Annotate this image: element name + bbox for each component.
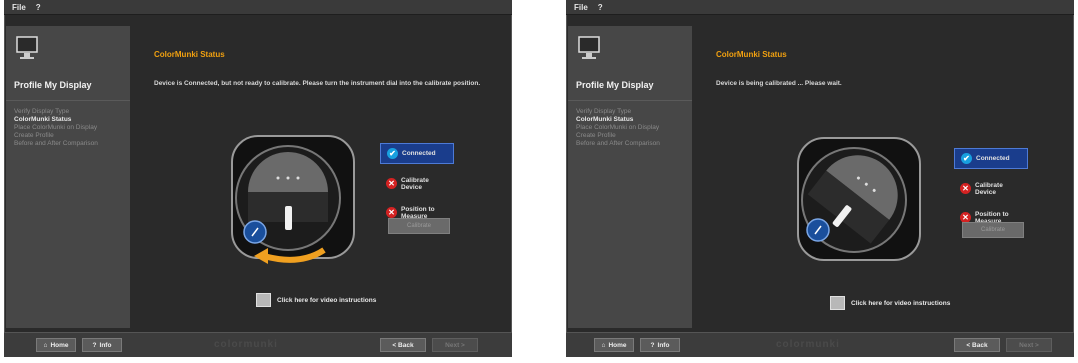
status-label: Calibrate Device [401,176,429,191]
menu-help[interactable]: ? [36,3,41,12]
status-connected: ✔ Connected [380,143,454,164]
help-button[interactable]: ? Info [82,338,122,352]
error-icon: ✕ [960,183,971,194]
status-label: Connected [402,150,436,157]
colormunki-logo: colormunki [776,339,840,350]
error-icon: ✕ [386,207,397,218]
video-instructions-link[interactable]: Click here for video instructions [256,293,376,307]
sidebar-divider [6,100,130,101]
step-item[interactable]: Place ColorMunki on Display [14,124,98,132]
sidebar: Profile My Display Verify Display Type C… [6,26,130,328]
menu-file[interactable]: File [12,3,26,12]
status-connected: ✔ Connected [954,148,1028,169]
app-window-right: File ? Profile My Display Verify Display… [566,0,1074,357]
step-item[interactable]: Before and After Comparison [576,140,660,148]
status-calibrate-device: ✕ Calibrate Device [954,179,1026,198]
back-button[interactable]: < Back [380,338,426,352]
step-item[interactable]: Create Profile [576,132,660,140]
check-icon: ✔ [961,153,972,164]
sidebar-title: Profile My Display [576,80,654,90]
calibrate-button[interactable]: Calibrate [962,222,1024,238]
status-message: Device is being calibrated ... Please wa… [716,80,842,87]
menu-help[interactable]: ? [598,3,603,12]
help-label: Info [657,341,670,349]
step-item[interactable]: Verify Display Type [576,108,660,116]
colormunki-device-illustration [797,137,921,261]
menu-bar: File ? [566,0,1074,15]
bottom-bar: ⌂ Home ? Info colormunki < Back Next > [566,332,1074,357]
help-button[interactable]: ? Info [640,338,680,352]
step-item[interactable]: Create Profile [14,132,98,140]
next-button[interactable]: Next > [432,338,478,352]
menu-bar: File ? [4,0,512,15]
monitor-icon [578,36,600,59]
step-item[interactable]: Verify Display Type [14,108,98,116]
home-label: Home [50,341,69,349]
monitor-icon [16,36,38,59]
back-button[interactable]: < Back [954,338,1000,352]
help-icon: ? [650,341,655,349]
video-icon [256,293,271,307]
app-window-left: File ? Profile My Display Verify Display… [4,0,512,357]
page-title: ColorMunki Status [154,50,225,59]
calibrate-button[interactable]: Calibrate [388,218,450,234]
bottom-bar: ⌂ Home ? Info colormunki < Back Next > [4,332,512,357]
menu-file[interactable]: File [574,3,588,12]
step-item[interactable]: Before and After Comparison [14,140,98,148]
home-button[interactable]: ⌂ Home [36,338,76,352]
error-icon: ✕ [386,178,397,189]
page-title: ColorMunki Status [716,50,787,59]
help-icon: ? [92,341,97,349]
video-instructions-link[interactable]: Click here for video instructions [830,296,950,310]
sidebar: Profile My Display Verify Display Type C… [568,26,692,328]
step-list: Verify Display Type ColorMunki Status Pl… [14,108,98,148]
sidebar-divider [568,100,692,101]
step-item-active[interactable]: ColorMunki Status [14,116,98,124]
home-label: Home [608,341,627,349]
colormunki-logo: colormunki [214,339,278,350]
sidebar-title: Profile My Display [14,80,92,90]
video-link-text[interactable]: Click here for video instructions [277,297,376,304]
colormunki-device-illustration [231,135,355,264]
home-icon: ⌂ [601,341,606,349]
next-button[interactable]: Next > [1006,338,1052,352]
step-item-active[interactable]: ColorMunki Status [576,116,660,124]
status-message: Device is Connected, but not ready to ca… [154,80,481,87]
help-label: Info [99,341,112,349]
status-label: Calibrate Device [975,181,1003,196]
video-link-text[interactable]: Click here for video instructions [851,300,950,307]
check-icon: ✔ [387,148,398,159]
status-label: Connected [976,155,1010,162]
video-icon [830,296,845,310]
step-list: Verify Display Type ColorMunki Status Pl… [576,108,660,148]
status-calibrate-device: ✕ Calibrate Device [380,174,452,193]
home-icon: ⌂ [43,341,48,349]
home-button[interactable]: ⌂ Home [594,338,634,352]
step-item[interactable]: Place ColorMunki on Display [576,124,660,132]
